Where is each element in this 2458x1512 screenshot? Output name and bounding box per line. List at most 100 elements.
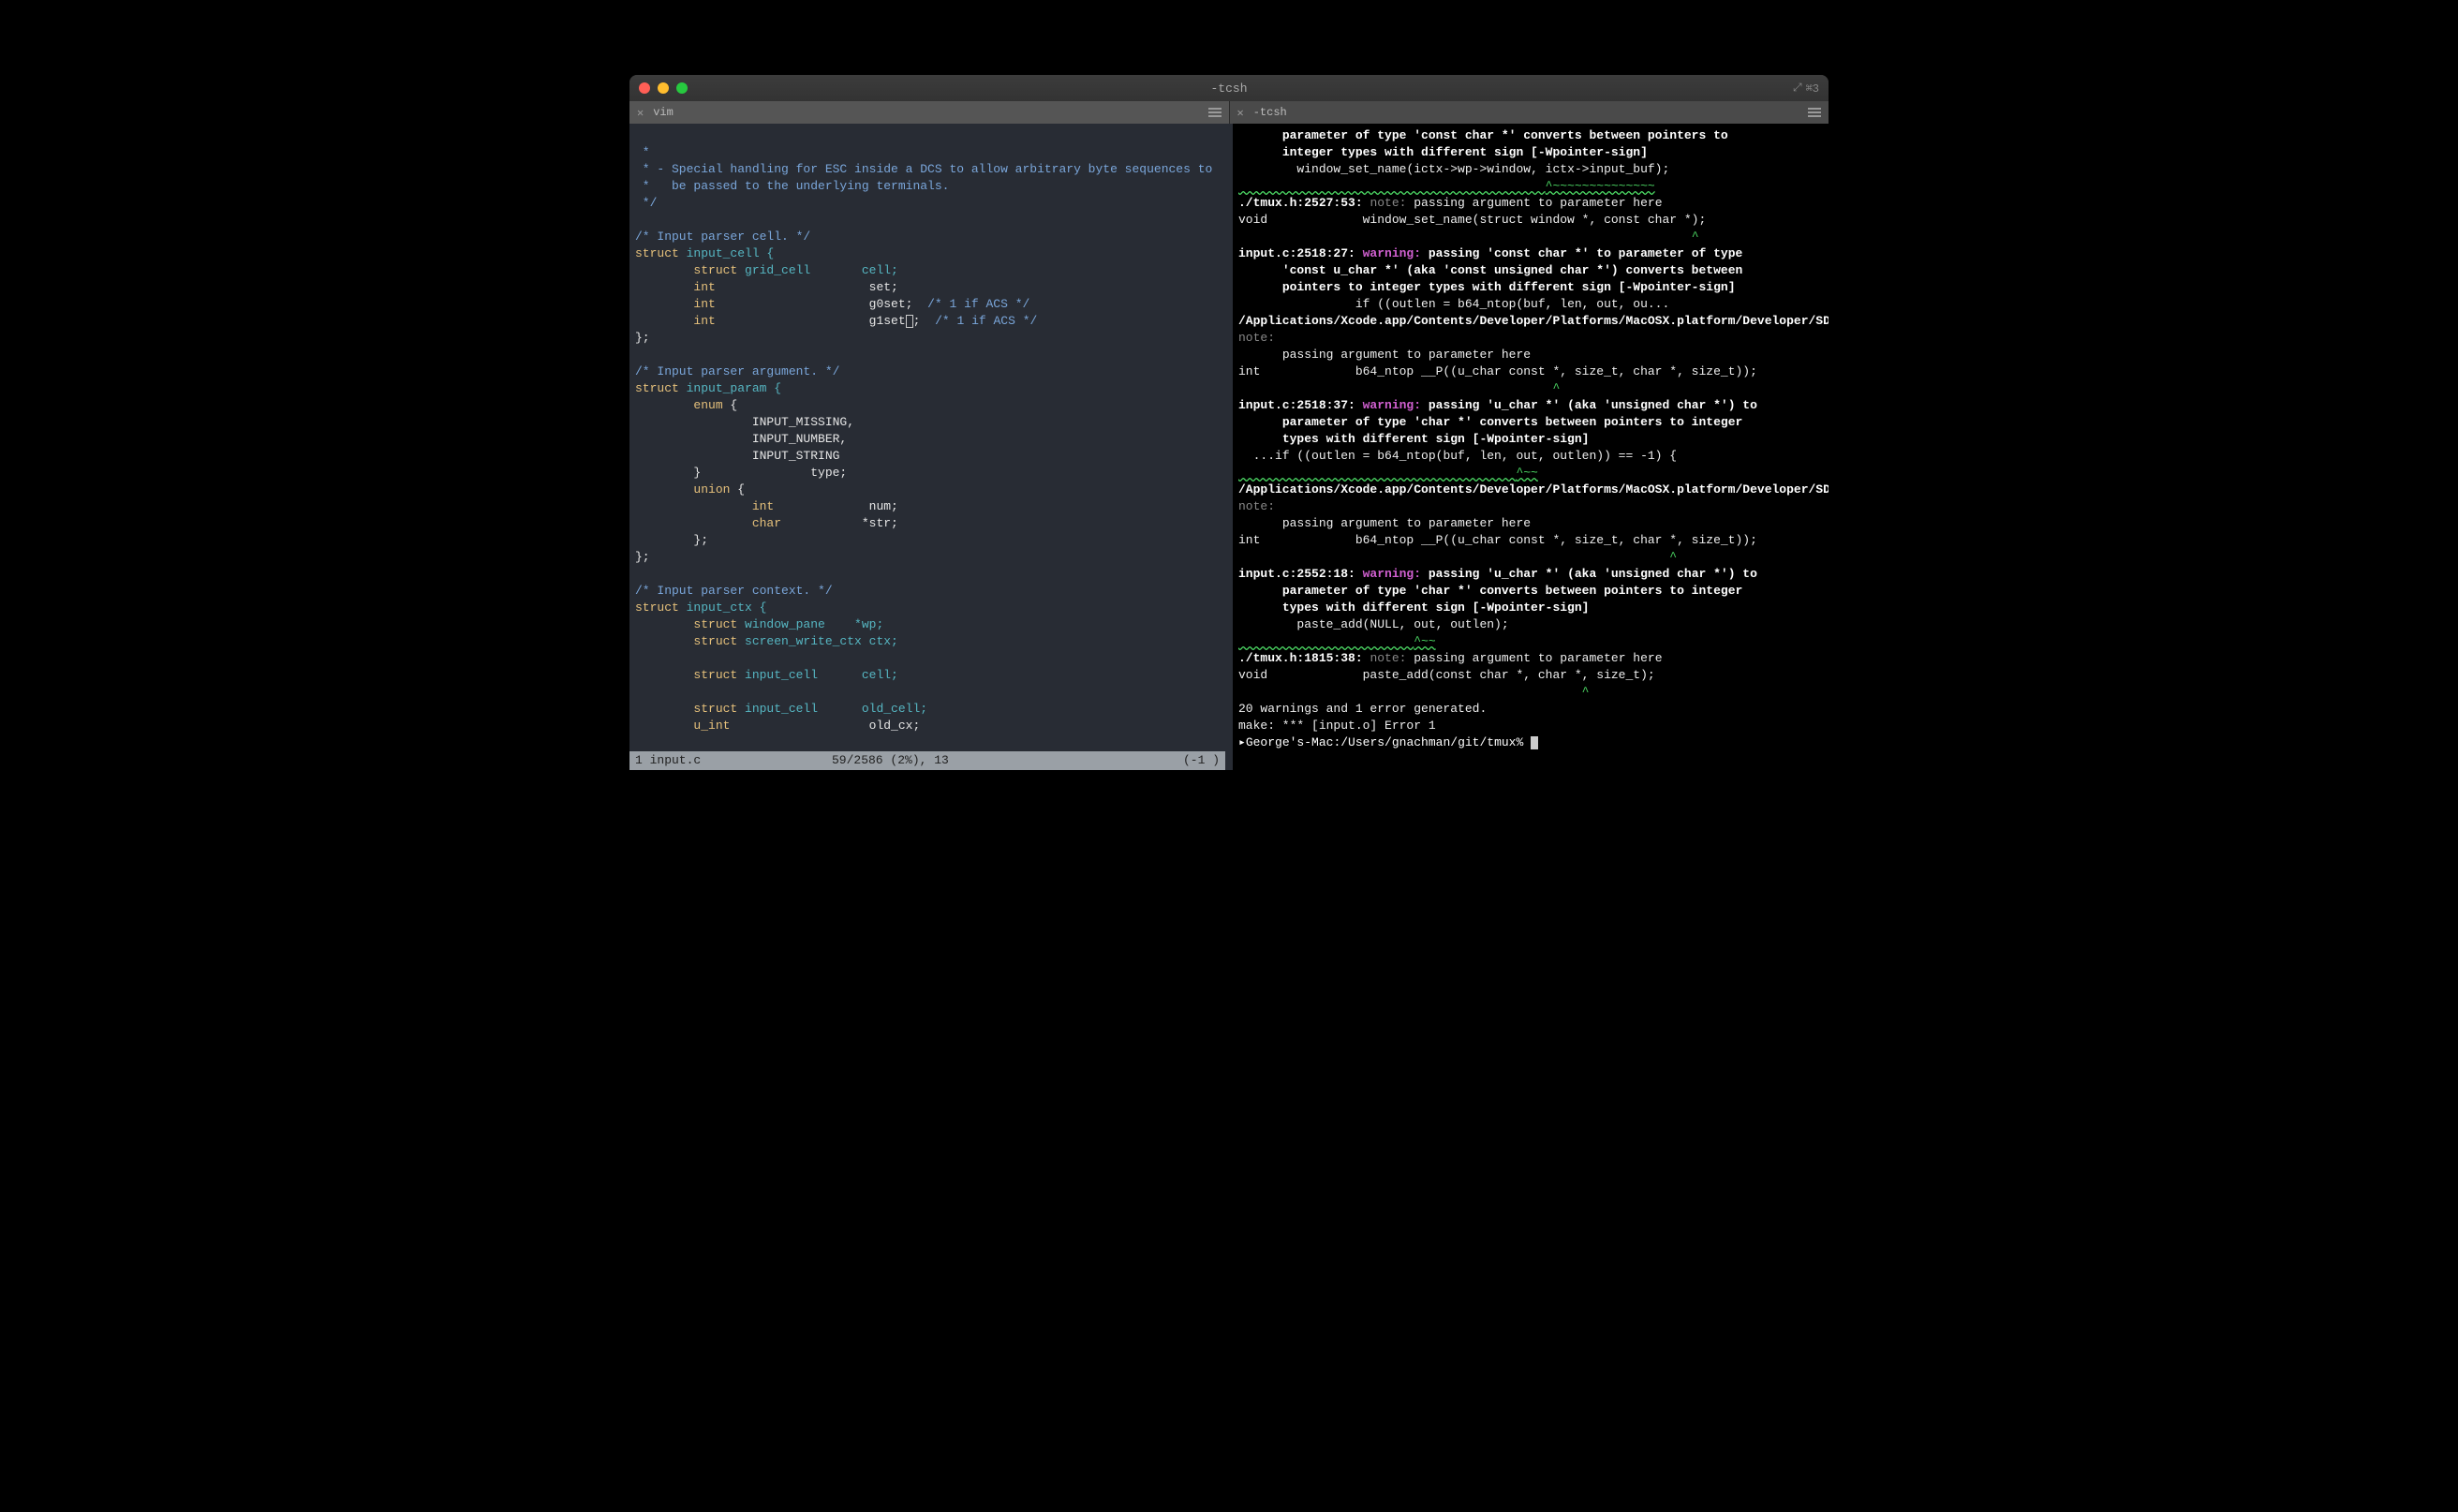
code-kw: struct [635, 668, 737, 682]
tab-label: vim [653, 106, 674, 119]
code-kw: struct [635, 246, 679, 260]
out-line: parameter of type 'char *' converts betw… [1238, 584, 1742, 598]
split-panes: * * - Special handling for ESC inside a … [629, 124, 1829, 770]
code-line [635, 213, 643, 227]
code-line: INPUT_NUMBER, [635, 432, 847, 446]
code-line: /* Input parser context. */ [635, 584, 833, 598]
code-kw: int [635, 314, 716, 328]
code-kw: union [635, 482, 730, 497]
code-line [635, 651, 643, 665]
tab-vim[interactable]: ✕ vim [629, 101, 1230, 124]
code-kw: struct [635, 702, 737, 716]
out-line: void paste_add(const char *, char *, siz… [1238, 668, 1655, 682]
hamburger-icon[interactable] [1208, 108, 1222, 117]
status-filename: 1 input.c [635, 751, 832, 770]
out-line: paste_add(NULL, out, outlen); [1238, 617, 1509, 631]
shortcut-label: ⌘3 [1806, 82, 1819, 96]
out-line: int b64_ntop __P((u_char const *, size_t… [1238, 533, 1757, 547]
tab-tcsh[interactable]: ✕ -tcsh [1230, 101, 1829, 124]
code-id: input_cell old_cell; [737, 702, 927, 716]
out-summary: 20 warnings and 1 error generated. [1238, 702, 1487, 716]
close-icon[interactable]: ✕ [1237, 106, 1244, 120]
code-line: INPUT_MISSING, [635, 415, 854, 429]
out-line: window_set_name(ictx->wp->window, ictx->… [1238, 162, 1669, 176]
out-msg: passing 'const char *' to parameter of t… [1421, 246, 1742, 260]
code-line [635, 348, 643, 362]
out-line: passing argument to parameter here [1238, 348, 1531, 362]
code-id: screen_write_ctx ctx; [737, 634, 898, 648]
out-loc: input.c:2518:37: [1238, 398, 1363, 412]
code-id: window_pane *wp; [737, 617, 883, 631]
status-position: 59/2586 (2%), 13 [832, 751, 1183, 770]
out-note: note: [1370, 651, 1406, 665]
out-loc: input.c:2552:18: [1238, 567, 1363, 581]
out-line: passing argument to parameter here [1238, 516, 1531, 530]
out-caret: ^~~ [1238, 466, 1538, 480]
titlebar[interactable]: -tcsh ⤢ ⌘3 [629, 75, 1829, 101]
close-icon[interactable]: ✕ [637, 106, 644, 120]
out-line: parameter of type 'char *' converts betw… [1238, 415, 1742, 429]
code-text: *str; [781, 516, 898, 530]
out-line: if ((outlen = b64_ntop(buf, len, out, ou… [1238, 297, 1669, 311]
code-kw: int [635, 499, 774, 513]
out-caret: ^ [1238, 550, 1677, 564]
shell-prompt[interactable]: ▸George's-Mac:/Users/gnachman/git/tmux% [1238, 735, 1531, 749]
window-title: -tcsh [1210, 82, 1247, 96]
code-id: input_cell cell; [737, 668, 898, 682]
out-note: note: [1238, 331, 1275, 345]
code-line [635, 567, 643, 581]
code-text: old_cx; [730, 719, 920, 733]
out-warning: warning: [1363, 567, 1421, 581]
code-line: * [635, 145, 650, 159]
hamburger-icon[interactable] [1808, 108, 1821, 117]
code-line: /* Input parser argument. */ [635, 364, 839, 378]
terminal-output: parameter of type 'const char *' convert… [1233, 124, 1829, 755]
out-loc: /Applications/Xcode.app/Contents/Develop… [1238, 314, 1829, 328]
out-msg: passing 'u_char *' (aka 'unsigned char *… [1421, 567, 1757, 581]
code-line: */ [635, 196, 657, 210]
code-id: grid_cell cell; [737, 263, 898, 277]
out-line: ...if ((outlen = b64_ntop(buf, len, out,… [1238, 449, 1677, 463]
code-line: }; [635, 550, 650, 564]
out-caret: ^ [1238, 230, 1699, 244]
code-kw: struct [635, 617, 737, 631]
out-msg: passing argument to parameter here [1406, 196, 1662, 210]
code-text: g1set [716, 314, 906, 328]
expand-icon: ⤢ [1793, 82, 1802, 95]
titlebar-shortcut: ⤢ ⌘3 [1793, 82, 1819, 96]
traffic-lights [639, 82, 688, 94]
code-id: input_cell { [679, 246, 774, 260]
out-line: pointers to integer types with different… [1238, 280, 1736, 294]
cursor [1531, 736, 1538, 749]
code-kw: struct [635, 634, 737, 648]
status-right: (-1 ) [1183, 751, 1220, 770]
shell-pane[interactable]: parameter of type 'const char *' convert… [1233, 124, 1829, 770]
code-line [635, 685, 643, 699]
terminal-window: -tcsh ⤢ ⌘3 ✕ vim ✕ -tcsh * * - Special h… [629, 75, 1829, 770]
cursor [906, 315, 913, 328]
code-line: INPUT_STRING [635, 449, 839, 463]
code-id: input_param { [679, 381, 781, 395]
code-line: * be passed to the underlying terminals. [635, 179, 949, 193]
code-kw: struct [635, 263, 737, 277]
code-line: } type; [635, 466, 847, 480]
minimize-button[interactable] [658, 82, 669, 94]
out-msg: passing argument to parameter here [1406, 651, 1662, 665]
code-line: }; [635, 331, 650, 345]
close-button[interactable] [639, 82, 650, 94]
code-text: ; [913, 314, 935, 328]
out-line: types with different sign [-Wpointer-sig… [1238, 600, 1589, 615]
vim-pane[interactable]: * * - Special handling for ESC inside a … [629, 124, 1233, 770]
out-msg: passing 'u_char *' (aka 'unsigned char *… [1421, 398, 1757, 412]
out-line: void window_set_name(struct window *, co… [1238, 213, 1706, 227]
code-kw: struct [635, 381, 679, 395]
out-note: note: [1370, 196, 1406, 210]
out-line: parameter of type 'const char *' convert… [1238, 128, 1728, 142]
out-line: types with different sign [-Wpointer-sig… [1238, 432, 1589, 446]
out-loc: ./tmux.h:2527:53: [1238, 196, 1370, 210]
out-caret: ^~~ [1238, 634, 1436, 648]
code-text: num; [774, 499, 898, 513]
code-kw: struct [635, 600, 679, 615]
zoom-button[interactable] [676, 82, 688, 94]
out-loc: ./tmux.h:1815:38: [1238, 651, 1370, 665]
